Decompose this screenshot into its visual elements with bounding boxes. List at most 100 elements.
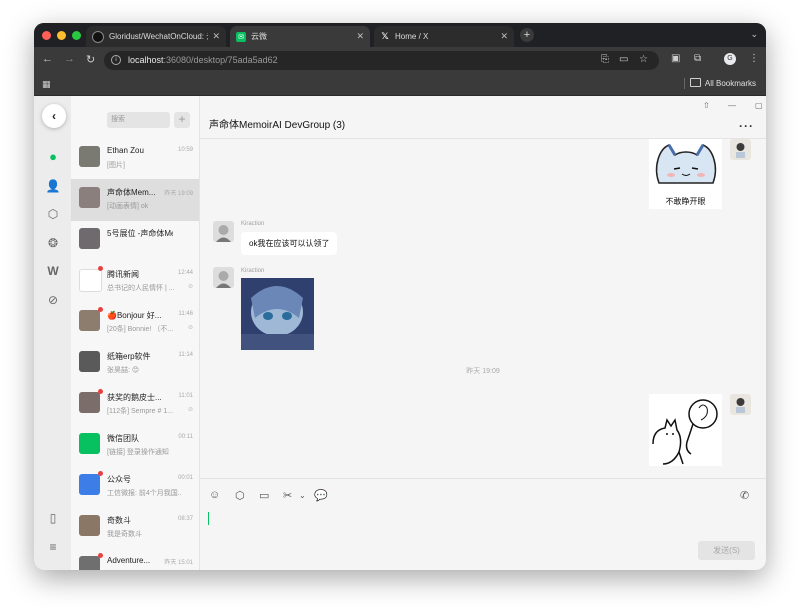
sender-name: Kiraction — [241, 268, 265, 274]
copy-icon[interactable]: ⎘ — [601, 54, 609, 65]
chat-history-icon[interactable]: 💬 — [314, 489, 328, 502]
collapse-back-button[interactable]: ‹ — [42, 104, 66, 128]
apps-grid-icon[interactable]: ▦ — [42, 79, 51, 90]
minimize-window-button[interactable] — [57, 31, 66, 40]
chat-time: 10:59 — [177, 147, 193, 153]
contacts-icon[interactable]: 👤 — [45, 178, 61, 194]
bookmark-star-icon[interactable]: ☆ — [639, 54, 648, 65]
my-avatar[interactable] — [730, 139, 751, 160]
emoji-icon[interactable]: ☺ — [209, 489, 220, 501]
chat-name: 5号展位 -声命体Me... — [107, 229, 173, 238]
phone-icon[interactable]: ▯ — [45, 510, 61, 526]
chat-avatar — [79, 146, 100, 167]
tab-x[interactable]: 𝕏 Home / X ✕ — [374, 26, 514, 47]
my-avatar[interactable] — [730, 394, 751, 415]
chat-avatar — [79, 351, 100, 372]
channels-icon[interactable]: ⊘ — [45, 292, 61, 308]
chat-name: 腾讯新闻 — [107, 270, 139, 279]
chat-preview: [动画表情] ok — [107, 203, 149, 210]
tab-github[interactable]: Gloridust/WechatOnCloud: 云 ✕ — [86, 26, 226, 47]
zoom-window-button[interactable] — [72, 31, 81, 40]
chat-list-item[interactable]: 腾讯新闻 12:44 总书记的人民情怀 | ... ⊘ — [71, 261, 199, 303]
search-input[interactable]: 搜索 — [107, 112, 170, 128]
chat-list-item[interactable]: 获奖的鹅皮士... 11:01 [112条] Sempre # 1... ⊘ — [71, 384, 199, 426]
x-logo-icon: 𝕏 — [381, 31, 389, 41]
conversation-pane: 声命体MemoirAI DevGroup (3) ⇧ — ▢ ✕ ··· — [200, 96, 766, 570]
cat-doodle-drawing — [652, 399, 718, 465]
unread-dot — [98, 553, 103, 558]
moments-icon[interactable]: ❂ — [45, 235, 61, 251]
more-options-icon[interactable]: ··· — [739, 119, 754, 133]
chevron-down-icon[interactable]: ⌄ — [299, 491, 306, 500]
screen-icon[interactable]: ▣ — [671, 53, 680, 64]
message-timestamp: 昨天 19:09 — [466, 368, 500, 375]
tab-close-icon[interactable]: ✕ — [500, 31, 508, 42]
favorites-cube-icon[interactable]: ⬡ — [235, 489, 245, 502]
scissors-icon[interactable]: ✂ — [283, 489, 292, 502]
close-window-button[interactable] — [42, 31, 51, 40]
chat-list-item[interactable]: 🍎Bonjour 好... 11:46 [20条] Bonnie! （不... ⊘ — [71, 302, 199, 344]
menu-icon[interactable]: ≡ — [45, 539, 61, 555]
chat-preview: [链接] 登录操作通知 — [107, 449, 169, 456]
chat-list-item[interactable]: 纸箱erp软件 11:14 张昊喆: 😊 — [71, 343, 199, 385]
chat-name: 微信团队 — [107, 434, 139, 443]
all-bookmarks-button[interactable]: All Bookmarks — [689, 78, 756, 88]
chat-avatar — [79, 269, 102, 292]
chat-time: 08:37 — [177, 516, 193, 522]
chat-time: 00:01 — [177, 475, 193, 481]
mini-programs-icon[interactable]: W — [45, 263, 61, 279]
chat-list-item[interactable]: Adventure... 昨天 15:01 — [71, 548, 199, 570]
tab-close-icon[interactable]: ✕ — [212, 31, 220, 42]
tab-close-icon[interactable]: ✕ — [356, 31, 364, 42]
chat-avatar — [79, 556, 100, 570]
favorites-cube-icon[interactable]: ⬡ — [45, 206, 61, 222]
call-icon[interactable]: ✆ — [740, 489, 749, 502]
chat-list-item[interactable]: 公众号 00:01 工信微报: 前4个月我国... — [71, 466, 199, 508]
chat-preview: 工信微报: 前4个月我国... — [107, 490, 181, 497]
chat-preview: [图片] — [107, 162, 125, 169]
sender-name: Kiraction — [241, 221, 265, 227]
mute-icon: ⊘ — [187, 325, 193, 331]
nav-rail: ● 👤 ⬡ ❂ W ⊘ ▯ ≡ — [34, 96, 71, 570]
anime-image-drawing — [241, 278, 314, 350]
sticker-image[interactable] — [649, 394, 722, 466]
back-arrow-icon[interactable]: ← — [42, 53, 53, 65]
minimize-icon[interactable]: — — [728, 101, 736, 110]
browser-menu-icon[interactable]: ⋮ — [749, 53, 759, 64]
chat-list-item[interactable]: 声命体Mem... 昨天 19:09 [动画表情] ok — [71, 179, 199, 221]
chat-avatar — [79, 228, 100, 249]
bookmarks-bar: ▦ All Bookmarks — [34, 73, 766, 96]
sticker-image[interactable]: 不敢睁开眼 — [649, 139, 722, 209]
chat-list-item[interactable]: 5号展位 -声命体Me... — [71, 220, 199, 262]
sender-avatar[interactable] — [213, 221, 234, 242]
send-button[interactable]: 发送(S) — [698, 541, 755, 560]
text-message[interactable]: ok我在应该可以认领了 — [241, 232, 338, 255]
chat-list-item[interactable]: Ethan Zou 10:59 [图片] — [71, 138, 199, 180]
new-tab-button[interactable]: + — [520, 28, 534, 42]
site-info-icon[interactable]: i — [111, 55, 121, 65]
github-icon — [92, 30, 104, 43]
image-message[interactable] — [241, 278, 314, 350]
chat-list-item[interactable]: 微信团队 00:11 [链接] 登录操作通知 — [71, 425, 199, 467]
forward-arrow-icon[interactable]: → — [64, 53, 75, 65]
maximize-icon[interactable]: ▢ — [755, 101, 763, 110]
pin-icon[interactable]: ⇧ — [703, 101, 710, 110]
add-button[interactable]: + — [174, 112, 190, 128]
tab-wechat[interactable]: ✉ 云微 ✕ — [230, 26, 370, 47]
chat-icon[interactable]: ● — [45, 148, 61, 164]
cast-icon[interactable]: ▭ — [619, 54, 628, 65]
profile-avatar[interactable]: G — [724, 53, 736, 65]
folder-icon[interactable]: ▭ — [259, 489, 269, 502]
url-text[interactable]: localhost:36080/desktop/75ada5ad62 — [128, 55, 278, 65]
reload-icon[interactable]: ↻ — [86, 53, 95, 66]
sender-avatar[interactable] — [213, 267, 234, 288]
unread-dot — [98, 471, 103, 476]
browser-toolbar: ← → ↻ i localhost:36080/desktop/75ada5ad… — [34, 47, 766, 73]
unread-dot — [98, 307, 103, 312]
chat-list-item[interactable]: 奇数斗 08:37 我是奇数斗 — [71, 507, 199, 549]
extensions-icon[interactable]: ⧉ — [694, 53, 701, 64]
message-input[interactable] — [200, 505, 766, 537]
address-bar[interactable]: i localhost:36080/desktop/75ada5ad62 ⎘ ▭… — [104, 51, 659, 70]
tab-search-chevron-icon[interactable]: ⌄ — [750, 29, 758, 40]
chat-preview: 我是奇数斗 — [107, 531, 142, 538]
